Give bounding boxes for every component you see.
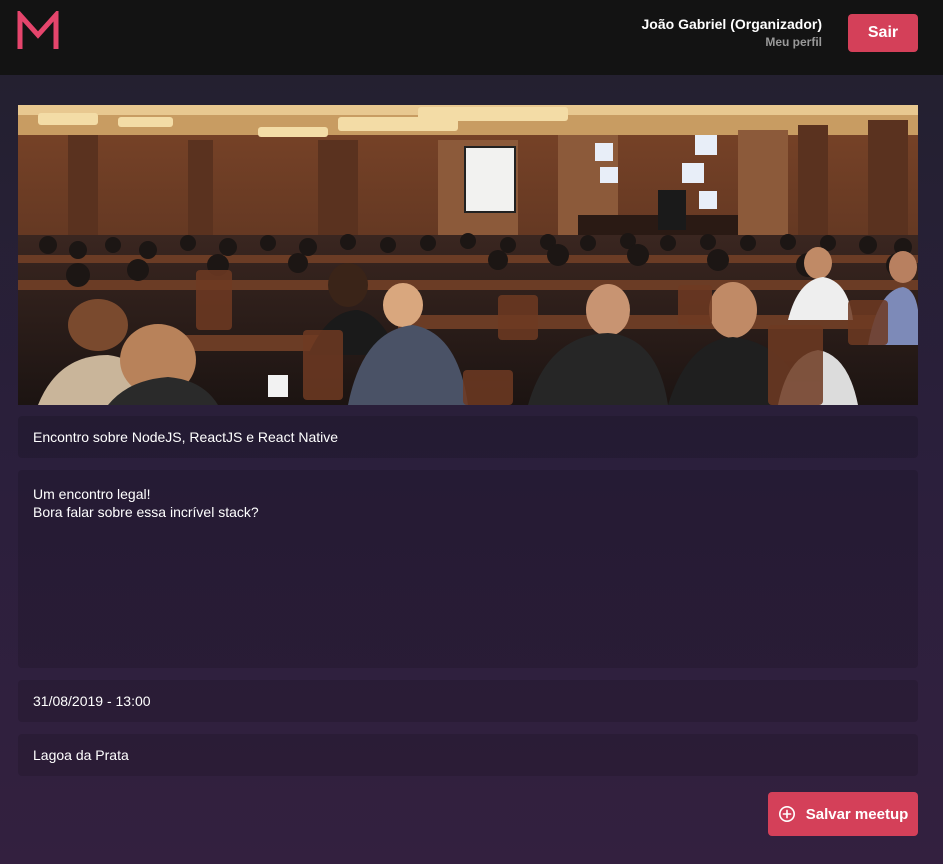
conference-photo bbox=[18, 105, 918, 405]
meetup-location-input[interactable]: Lagoa da Prata bbox=[18, 734, 918, 776]
add-circle-icon bbox=[778, 805, 795, 823]
user-profile: João Gabriel (Organizador) Meu perfil bbox=[642, 16, 822, 50]
meetup-date-input[interactable]: 31/08/2019 - 13:00 bbox=[18, 680, 918, 722]
save-meetup-label: Salvar meetup bbox=[805, 805, 909, 823]
meetup-description-textarea[interactable]: Um encontro legal! Bora falar sobre essa… bbox=[18, 470, 918, 668]
app-header: João Gabriel (Organizador) Meu perfil Sa… bbox=[0, 0, 943, 75]
meetup-title-input[interactable]: Encontro sobre NodeJS, ReactJS e React N… bbox=[18, 416, 918, 458]
user-name: João Gabriel (Organizador) bbox=[641, 16, 822, 32]
logout-button[interactable]: Sair bbox=[848, 14, 918, 52]
meetup-banner-image[interactable] bbox=[18, 105, 918, 405]
my-profile-link[interactable]: Meu perfil bbox=[642, 34, 822, 50]
save-meetup-button[interactable]: Salvar meetup bbox=[768, 792, 918, 836]
meetapp-logo[interactable] bbox=[17, 11, 59, 51]
